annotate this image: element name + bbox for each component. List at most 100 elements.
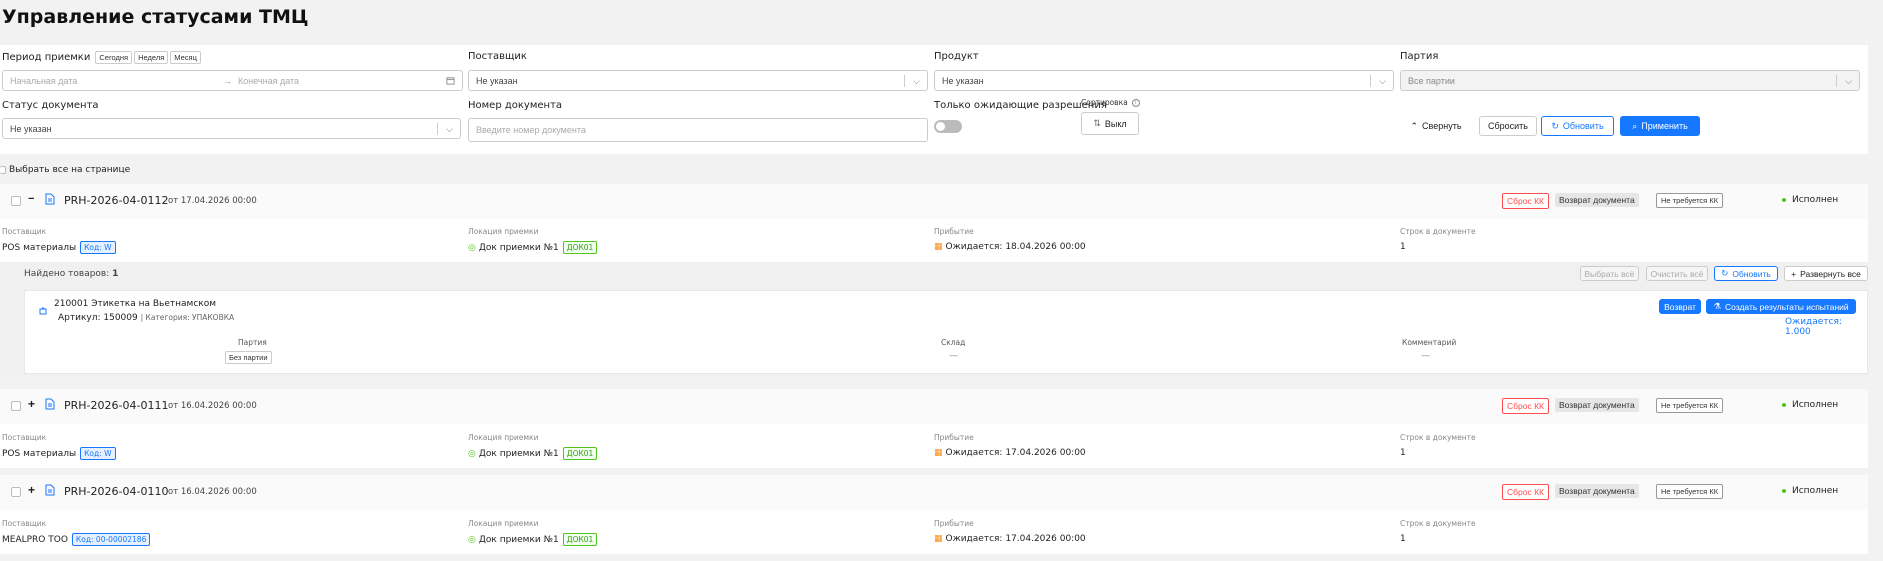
- no-qc-tag: Не требуется КК: [1656, 398, 1724, 413]
- select-all-label: Выбрать все на странице: [9, 165, 131, 175]
- items-refresh-button[interactable]: ↻ Обновить: [1714, 266, 1778, 281]
- from-label: от: [168, 401, 179, 411]
- create-results-label: Создать результаты испытаний: [1724, 301, 1849, 312]
- item-warehouse-value: —: [949, 351, 958, 361]
- from-label: от: [168, 487, 179, 497]
- apply-button[interactable]: ⌕ Применить: [1620, 116, 1700, 136]
- document-number[interactable]: PRH-2026-04-0110: [64, 485, 168, 498]
- collapse-icon[interactable]: −: [28, 193, 34, 205]
- chevron-down-icon: ⌵: [1379, 76, 1386, 86]
- doc-number-label: Номер документа: [468, 100, 563, 111]
- arrival-value: ▦ Ожидается: 17.04.2026 00:00: [934, 534, 1086, 544]
- status-text: Исполнен: [1792, 400, 1839, 410]
- return-document-tag: Возврат документа: [1555, 193, 1639, 207]
- clear-all-items-button[interactable]: Очистить всё: [1646, 266, 1708, 281]
- batch-select[interactable]: Все партии ⌵: [1400, 70, 1860, 91]
- collapse-button[interactable]: ⌃ Свернуть: [1405, 116, 1467, 136]
- select-all-items-button[interactable]: Выбрать всё: [1580, 266, 1639, 281]
- document-checkbox[interactable]: [11, 401, 21, 411]
- document-number[interactable]: PRH-2026-04-0111: [64, 399, 168, 412]
- location-code: ДОК01: [562, 241, 598, 254]
- document-header[interactable]: + PRH-2026-04-0110 от 16.04.2026 00:00 С…: [0, 475, 1868, 510]
- preset-week[interactable]: Неделя: [134, 51, 169, 64]
- items-panel: Найдено товаров: 1 Выбрать всё Очистить …: [0, 262, 1868, 377]
- document-date-row: от 16.04.2026 00:00: [168, 487, 257, 497]
- start-date-input[interactable]: Начальная дата: [10, 76, 223, 86]
- preset-month[interactable]: Месяц: [170, 51, 201, 64]
- location-label: Локация приемки: [468, 227, 539, 236]
- arrival-label: Прибытие: [934, 519, 974, 528]
- product-filter-label: Продукт: [934, 51, 979, 62]
- arrival-value: ▦ Ожидается: 17.04.2026 00:00: [934, 448, 1086, 458]
- item-return-button[interactable]: Возврат: [1659, 299, 1701, 314]
- plus-icon: +: [1791, 268, 1797, 279]
- product-select[interactable]: Не указан ⌵: [934, 70, 1394, 91]
- package-icon: [39, 307, 47, 318]
- location-value: ◎ Док приемки №1 ДОК01: [468, 533, 598, 546]
- item-article: Артикул: 150009: [58, 313, 138, 323]
- chevron-down-icon: ⌵: [1845, 76, 1852, 86]
- sort-button-label: Выкл: [1104, 118, 1127, 129]
- lines-value: 1: [1400, 534, 1406, 544]
- status-text: Исполнен: [1792, 195, 1839, 205]
- doc-number-input[interactable]: Введите номер документа: [468, 118, 928, 142]
- lines-value: 1: [1400, 448, 1406, 458]
- expand-icon[interactable]: +: [28, 397, 35, 411]
- search-icon: ⌕: [1632, 120, 1638, 131]
- reset-qc-tag: Сброс КК: [1502, 398, 1549, 414]
- document-checkbox[interactable]: [11, 196, 21, 206]
- found-items: Найдено товаров: 1: [24, 269, 118, 279]
- expand-all-button[interactable]: + Развернуть все: [1784, 266, 1868, 281]
- supplier-value: POS материалы Код: W: [2, 241, 116, 254]
- location-code: ДОК01: [562, 533, 598, 546]
- item-card: 210001 Этикетка на Вьетнамском Артикул: …: [24, 290, 1868, 374]
- supplier-filter-label: Поставщик: [468, 51, 527, 62]
- arrival-label: Прибытие: [934, 433, 974, 442]
- create-results-button[interactable]: ⚗ Создать результаты испытаний: [1706, 299, 1856, 314]
- lines-value: 1: [1400, 242, 1406, 252]
- document-number[interactable]: PRH-2026-04-0112: [64, 194, 168, 207]
- supplier-code: Код: 00-00002186: [71, 533, 151, 546]
- select-all-checkbox[interactable]: [0, 166, 6, 174]
- return-document-tag: Возврат документа: [1555, 398, 1639, 412]
- location-value: ◎ Док приемки №1 ДОК01: [468, 447, 598, 460]
- refresh-icon: ↻: [1551, 120, 1559, 131]
- document-card: + PRH-2026-04-0111 от 16.04.2026 00:00 С…: [0, 389, 1868, 468]
- chevron-up-icon: ⌃: [1410, 120, 1419, 131]
- doc-status-select[interactable]: Не указан ⌵: [2, 118, 461, 139]
- pending-only-toggle[interactable]: [934, 120, 962, 133]
- item-batch-value: Без партии: [225, 351, 272, 364]
- end-date-input[interactable]: Конечная дата: [238, 76, 299, 86]
- location-label: Локация приемки: [468, 433, 539, 442]
- refresh-icon: ↻: [1721, 268, 1729, 278]
- chevron-down-icon: ⌵: [913, 76, 920, 86]
- flask-icon: ⚗: [1713, 301, 1721, 311]
- reset-button[interactable]: Сбросить: [1479, 116, 1537, 136]
- date-range-picker[interactable]: Начальная дата → Конечная дата: [2, 70, 463, 91]
- product-select-value: Не указан: [942, 75, 984, 86]
- document-checkbox[interactable]: [11, 487, 21, 497]
- found-items-count: 1: [112, 269, 119, 279]
- document-header[interactable]: + PRH-2026-04-0111 от 16.04.2026 00:00 С…: [0, 389, 1868, 424]
- sort-button[interactable]: ⇅ Выкл: [1081, 112, 1139, 135]
- info-icon: i: [1131, 98, 1140, 107]
- refresh-button[interactable]: ↻ Обновить: [1541, 116, 1614, 136]
- location-value: ◎ Док приемки №1 ДОК01: [468, 241, 598, 254]
- page-title: Управление статусами ТМЦ: [2, 6, 309, 28]
- supplier-select[interactable]: Не указан ⌵: [468, 70, 928, 91]
- item-comment-label: Комментарий: [1402, 338, 1457, 347]
- expand-icon[interactable]: +: [28, 483, 35, 497]
- batch-filter-label: Партия: [1400, 51, 1439, 62]
- supplier-select-value: Не указан: [476, 75, 518, 86]
- supplier-name: POS материалы: [2, 242, 77, 253]
- chevron-down-icon: ⌵: [446, 124, 453, 134]
- supplier-label: Поставщик: [2, 519, 47, 528]
- document-header[interactable]: − PRH-2026-04-0112 от 17.04.2026 00:00 С…: [0, 184, 1868, 219]
- location-name: Док приемки №1: [478, 242, 559, 253]
- item-name: 210001 Этикетка на Вьетнамском: [54, 299, 217, 309]
- no-qc-tag: Не требуется КК: [1656, 484, 1724, 499]
- filters-panel: Период приемки Сегодня Неделя Месяц Нача…: [0, 45, 1868, 154]
- expand-all-label: Развернуть все: [1800, 268, 1861, 279]
- preset-today[interactable]: Сегодня: [95, 51, 133, 64]
- document-icon: [45, 193, 55, 208]
